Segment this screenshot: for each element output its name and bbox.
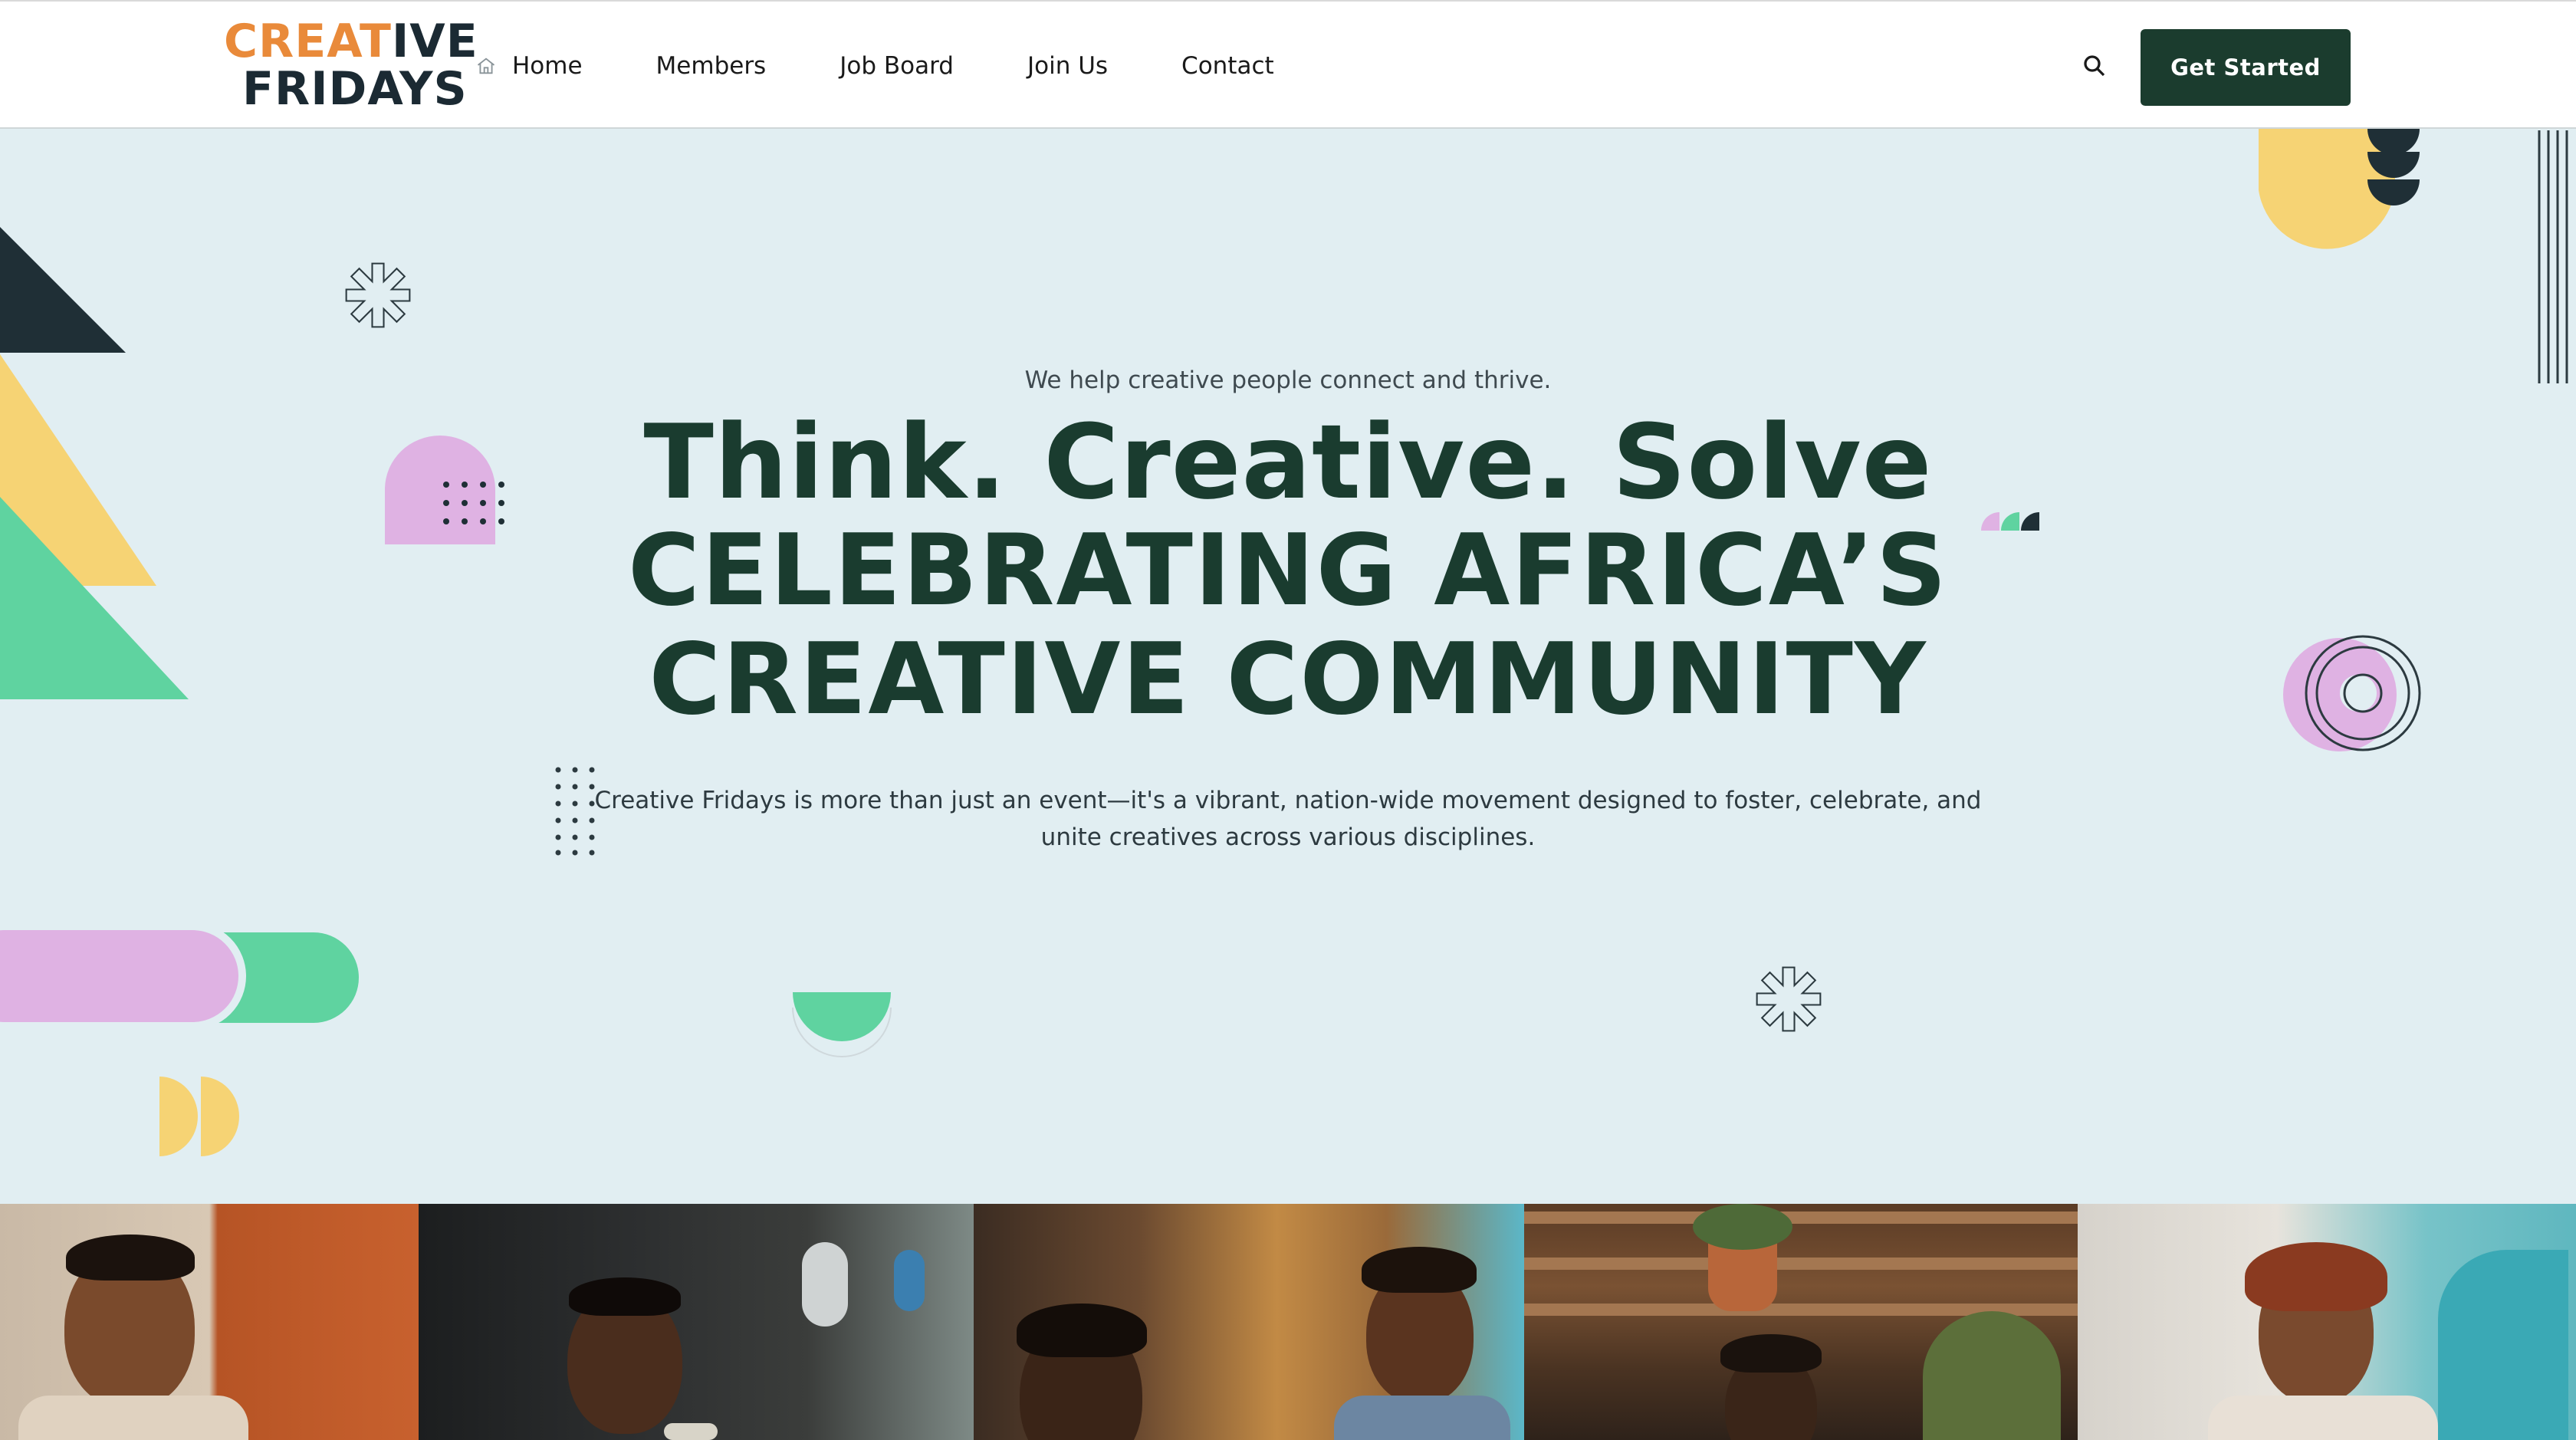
asterisk-outline-decoration (345, 262, 411, 328)
person-shirt (2208, 1396, 2438, 1440)
stair-step (1524, 1258, 2078, 1270)
vertical-lines-decoration (2538, 130, 2568, 383)
hero-title-line-1: Think. Creative. Solve (643, 403, 1933, 522)
person-hair (1720, 1334, 1822, 1373)
plant (1693, 1204, 1792, 1250)
hero-section: We help creative people connect and thri… (0, 129, 2576, 1204)
photo-man-with-dreadlocks (1524, 1204, 2078, 1440)
main-nav: Home Members Job Board Join Us Contact (475, 2, 1348, 130)
photo-man-with-microphone (419, 1204, 974, 1440)
asterisk-outline-decoration-2 (1756, 966, 1822, 1032)
plant-right (1923, 1311, 2061, 1440)
person-shirt (18, 1396, 248, 1440)
photo-braided-man-and-smiling-woman (974, 1204, 1524, 1440)
person-shirt-woman (1334, 1396, 1510, 1440)
logo-line-2: FRIDAYS (242, 62, 468, 116)
logo-accent-text: CREAT (224, 15, 392, 68)
hero-kicker: We help creative people connect and thri… (1024, 367, 1552, 394)
yellow-half-circles-decoration (159, 1077, 239, 1156)
background-banner (2438, 1250, 2568, 1440)
site-header: CREATIVE FRIDAYS Home Members Job Board … (0, 0, 2576, 129)
logo[interactable]: CREATIVE FRIDAYS (224, 18, 478, 116)
background-figure-blue (894, 1250, 925, 1311)
search-button[interactable] (2081, 52, 2108, 80)
get-started-button[interactable]: Get Started (2141, 29, 2351, 106)
photo-man-with-sunglasses (0, 1204, 419, 1440)
search-icon (2084, 55, 2105, 77)
person-hair (2245, 1242, 2387, 1311)
hero-title-line-3: CREATIVE COMMUNITY (649, 623, 1927, 737)
hero-title: Think. Creative. Solve CELEBRATING AFRIC… (0, 408, 2576, 735)
hero-description: Creative Fridays is more than just an ev… (594, 787, 1982, 851)
nav-label-contact: Contact (1181, 52, 1274, 80)
nav-item-members[interactable]: Members (656, 52, 767, 80)
plant-pot (1708, 1242, 1777, 1311)
nav-item-contact[interactable]: Contact (1181, 52, 1274, 80)
home-icon (477, 58, 495, 74)
nav-label-members: Members (656, 52, 767, 80)
nav-item-join-us[interactable]: Join Us (1027, 52, 1108, 80)
nav-label-join-us: Join Us (1027, 52, 1109, 80)
stair-step (1524, 1212, 2078, 1224)
person-hair-woman (1362, 1247, 1477, 1293)
logo-line-1: CREATIVE (224, 18, 478, 64)
microphone (664, 1423, 718, 1440)
photo-strip (0, 1204, 2576, 1440)
green-half-circle-decoration (792, 992, 892, 1057)
person-hair (1017, 1304, 1147, 1357)
photo-smiling-woman-braids (2078, 1204, 2576, 1440)
pill-shapes-decoration (0, 926, 359, 1030)
nav-label-home: Home (512, 52, 583, 80)
logo-rest-text: IVE (391, 15, 478, 68)
background-figure (802, 1242, 848, 1327)
nav-item-home[interactable]: Home (475, 52, 583, 80)
hero-title-line-2: CELEBRATING AFRICA’S (627, 514, 1949, 628)
yellow-blob-moons-decoration (2259, 129, 2420, 249)
person-hair (66, 1235, 195, 1281)
nav-item-job-board[interactable]: Job Board (840, 52, 954, 80)
nav-label-job-board: Job Board (840, 52, 954, 80)
person-hair (569, 1277, 681, 1316)
